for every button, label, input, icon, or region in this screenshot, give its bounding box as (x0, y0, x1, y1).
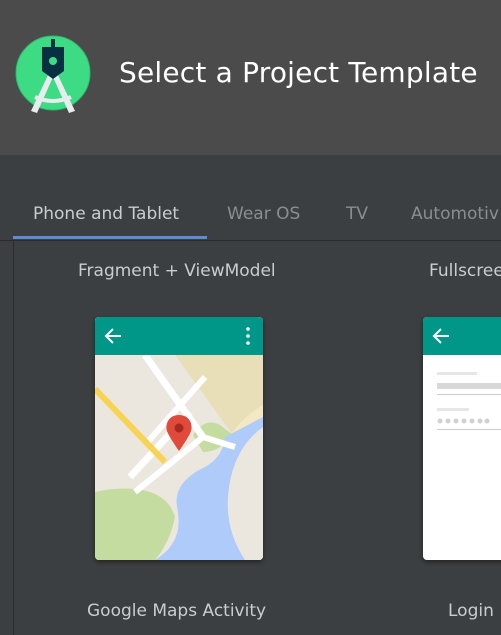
dialog-header: Select a Project Template (0, 0, 501, 155)
login-form-illustration (437, 372, 501, 430)
back-arrow-icon (104, 328, 121, 344)
android-studio-logo (15, 35, 91, 113)
back-arrow-icon-2 (432, 328, 449, 344)
tab-wear-os[interactable]: Wear OS (227, 204, 300, 224)
dialog-title: Select a Project Template (119, 56, 478, 89)
overflow-menu-icon (246, 327, 250, 331)
tab-automotive[interactable]: Automotiv (411, 204, 499, 224)
login-form-preview (423, 317, 501, 560)
template-name-google-maps: Google Maps Activity (87, 601, 267, 621)
map-preview (95, 317, 263, 560)
app-bar-2 (423, 317, 501, 355)
app-bar (95, 317, 263, 355)
panel-divider (13, 241, 14, 635)
template-category-tabs: Phone and Tablet Wear OS TV Automotiv (0, 192, 501, 241)
template-name-login: Login (448, 601, 494, 621)
template-row-above-label: Fragment + ViewModel (78, 261, 276, 281)
tab-phone-and-tablet[interactable]: Phone and Tablet (33, 204, 179, 224)
active-tab-indicator (13, 236, 207, 239)
tab-tv[interactable]: TV (346, 204, 368, 224)
template-row-above-label-2: Fullscree (429, 261, 501, 281)
